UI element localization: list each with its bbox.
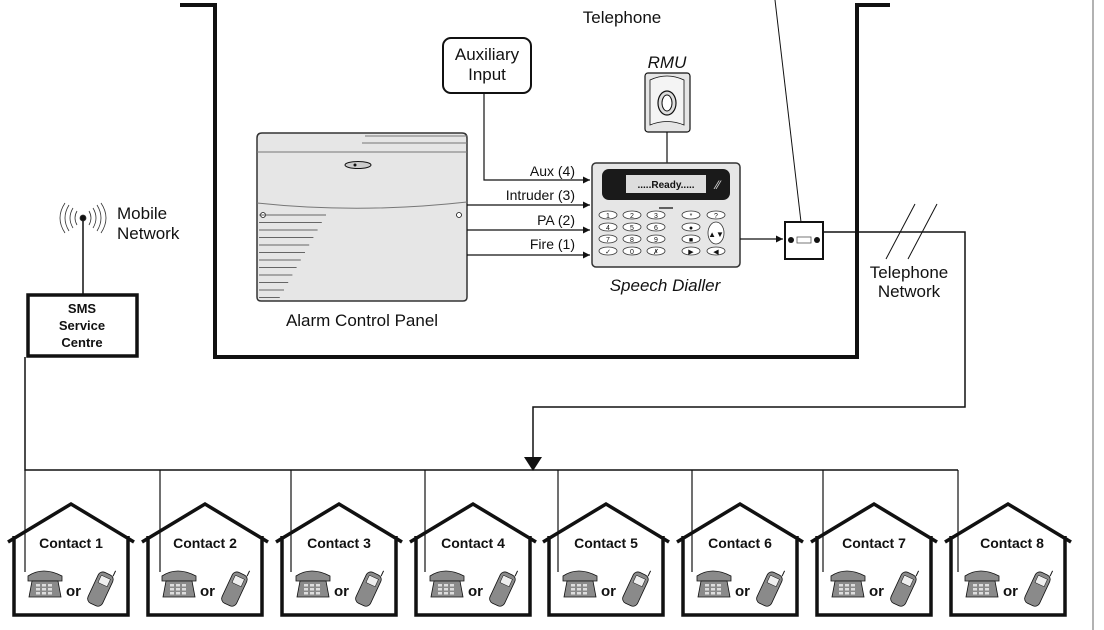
contact-label: Contact 3: [307, 535, 371, 551]
contact-house-1: Contact 1 or: [7, 470, 135, 617]
or-label: or: [1003, 583, 1018, 600]
landline-phone-icon: [295, 570, 331, 598]
landline-phone-icon: [964, 570, 1000, 598]
landline-phone-icon: [161, 570, 197, 598]
svg-text:9: 9: [654, 237, 658, 244]
svg-text:●: ●: [689, 225, 693, 232]
svg-text:4: 4: [606, 225, 610, 232]
svg-text:5: 5: [630, 225, 634, 232]
svg-text:Auxiliary: Auxiliary: [455, 45, 520, 64]
bus-arrow-icon: [524, 457, 542, 471]
alarm-control-panel-label: Alarm Control Panel: [286, 311, 438, 330]
fire-label: Fire (1): [530, 236, 575, 252]
landline-phone-icon: [562, 570, 598, 598]
intruder-label: Intruder (3): [506, 187, 575, 203]
mobile-network-label-2: Network: [117, 224, 180, 243]
telephone-network-label-2: Network: [878, 282, 941, 301]
sms-service-centre-box: SMS Service Centre: [26, 293, 139, 358]
svg-text:✗: ✗: [653, 248, 659, 256]
svg-text:?: ?: [714, 213, 718, 220]
or-label: or: [200, 583, 215, 600]
contact-label: Contact 4: [441, 535, 505, 551]
mobile-phone-icon: [489, 570, 519, 607]
svg-text:▶: ▶: [688, 249, 694, 256]
svg-text:Input: Input: [468, 65, 506, 84]
or-label: or: [468, 583, 483, 600]
or-label: or: [735, 583, 750, 600]
svg-text:6: 6: [654, 225, 658, 232]
contact-house-2: Contact 2 or: [141, 470, 269, 617]
svg-text:2: 2: [630, 213, 634, 220]
svg-text:Centre: Centre: [61, 335, 102, 350]
contact-house-8: Contact 8 or: [944, 470, 1072, 617]
or-label: or: [869, 583, 884, 600]
mobile-phone-icon: [1024, 570, 1054, 607]
telephone-socket: [784, 221, 824, 260]
svg-text:3: 3: [654, 213, 658, 220]
mobile-phone-icon: [622, 570, 652, 607]
auxiliary-input-box: Auxiliary Input: [442, 37, 532, 94]
rmu-label: RMU: [648, 53, 687, 72]
mobile-network-label-1: Mobile: [117, 204, 167, 223]
mobile-phone-icon: [221, 570, 251, 607]
or-label: or: [66, 583, 81, 600]
landline-phone-icon: [429, 570, 465, 598]
alarm-dialler-diagram: Telephone Auxiliary Input RMU Alarm Cont…: [7, 0, 1094, 630]
landline-phone-icon: [27, 570, 63, 598]
contact-label: Contact 8: [980, 535, 1044, 551]
telephone-line: [774, 0, 802, 223]
contact-label: Contact 7: [842, 535, 906, 551]
svg-text:Service: Service: [59, 318, 105, 333]
svg-text:7: 7: [606, 237, 610, 244]
contact-label: Contact 1: [39, 535, 103, 551]
contact-house-6: Contact 6 or: [676, 470, 804, 617]
svg-text:*: *: [690, 213, 693, 220]
svg-text:8: 8: [630, 237, 634, 244]
or-label: or: [334, 583, 349, 600]
speech-dialler-label: Speech Dialler: [610, 276, 722, 295]
contact-label: Contact 5: [574, 535, 638, 551]
alarm-control-panel: [256, 132, 468, 302]
svg-text:1: 1: [606, 213, 610, 220]
contact-label: Contact 6: [708, 535, 772, 551]
landline-phone-icon: [696, 570, 732, 598]
mobile-phone-icon: [756, 570, 786, 607]
contact-house-4: Contact 4 or: [409, 470, 537, 617]
contact-label: Contact 2: [173, 535, 237, 551]
telephone-network-label-1: Telephone: [870, 263, 948, 282]
svg-text:✓: ✓: [605, 249, 611, 256]
mobile-phone-icon: [890, 570, 920, 607]
contact-house-5: Contact 5 or: [542, 470, 670, 617]
keypad-key: ▲▼: [707, 221, 725, 245]
contact-bus: [24, 357, 958, 471]
contact-house-7: Contact 7 or: [810, 470, 938, 617]
contact-house-3: Contact 3 or: [275, 470, 403, 617]
svg-text:0: 0: [630, 249, 634, 256]
display-text: .....Ready.....: [637, 180, 694, 191]
or-label: or: [601, 583, 616, 600]
svg-text:◀: ◀: [713, 249, 719, 256]
rmu-device: [644, 72, 691, 133]
svg-text:SMS: SMS: [68, 301, 97, 316]
mobile-phone-icon: [355, 570, 385, 607]
aux-label: Aux (4): [530, 163, 575, 179]
svg-text:▲▼: ▲▼: [708, 230, 724, 239]
landline-phone-icon: [830, 570, 866, 598]
mobile-phone-icon: [87, 570, 117, 607]
telephone-label: Telephone: [583, 8, 661, 27]
speech-dialler: .....Ready..... ⁄⁄ 1 2 3 * ?4 5 6 ●▲▼7 8 9 ■✓ 0 ✗ ▶ ◀: [591, 162, 741, 268]
svg-text:■: ■: [689, 237, 693, 244]
pa-label: PA (2): [537, 212, 575, 228]
